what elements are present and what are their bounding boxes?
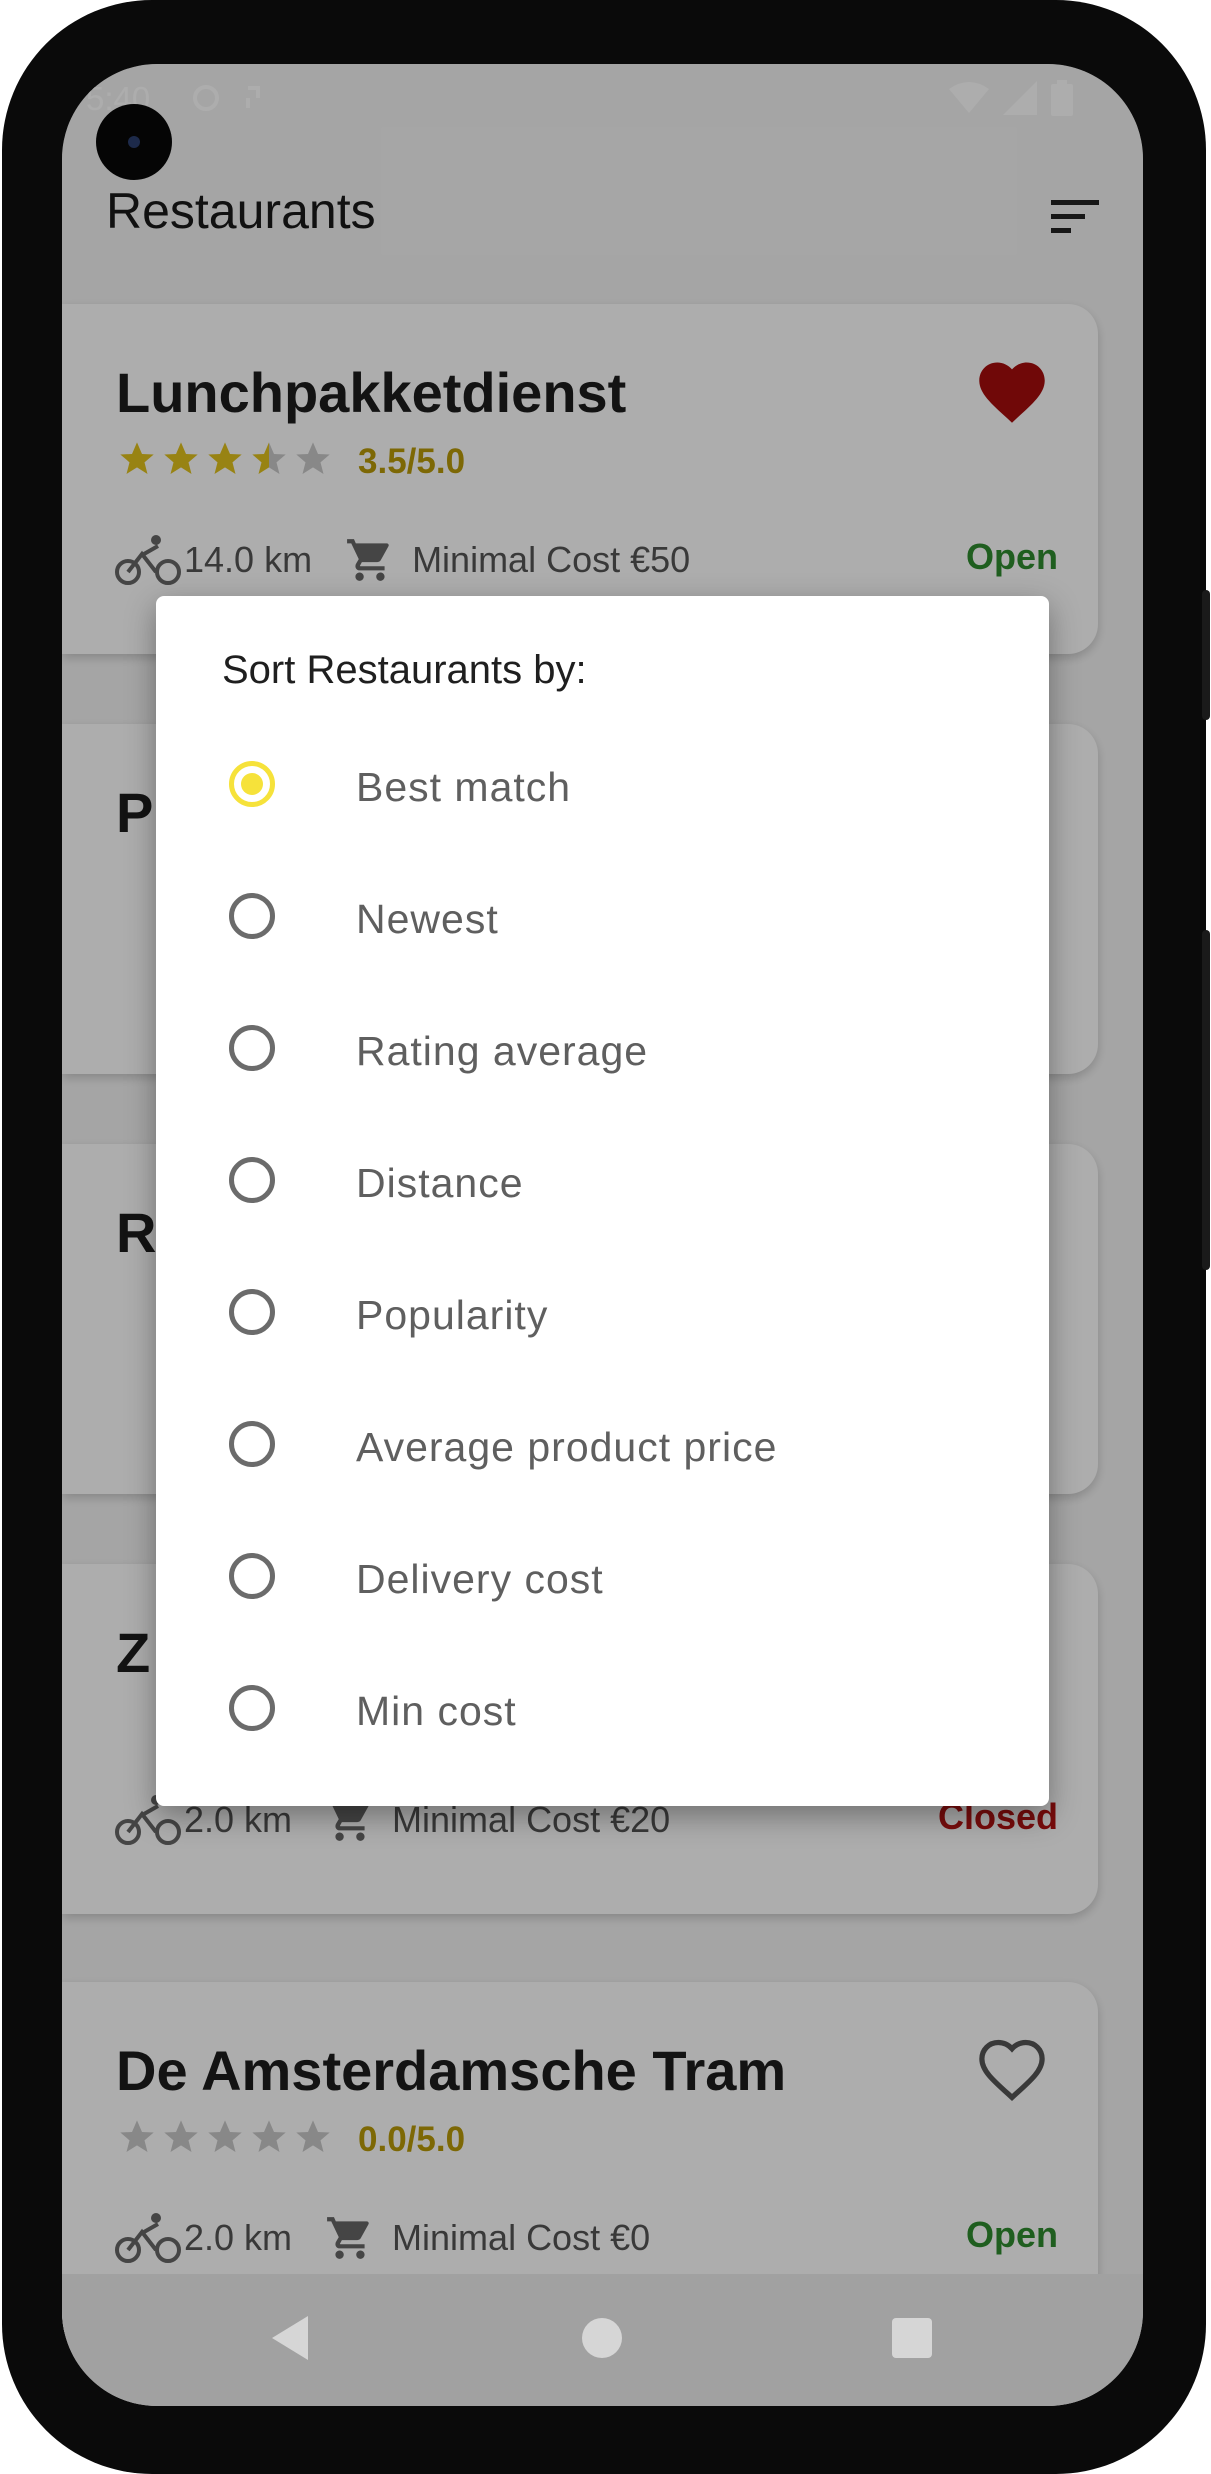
volume-button <box>1202 590 1210 720</box>
power-button <box>1202 930 1210 1270</box>
sort-option-distance[interactable]: Distance <box>156 1120 1049 1252</box>
radio-button[interactable] <box>229 1685 275 1731</box>
radio-button[interactable] <box>229 1553 275 1599</box>
radio-button[interactable] <box>229 1025 275 1071</box>
front-camera <box>96 104 172 180</box>
recents-button[interactable] <box>892 2318 932 2358</box>
option-label: Popularity <box>356 1292 549 1338</box>
radio-button[interactable] <box>229 1289 275 1335</box>
sort-dialog: Sort Restaurants by: Best match Newest R… <box>156 596 1049 1806</box>
sort-option-min-cost[interactable]: Min cost <box>156 1648 1049 1780</box>
option-label: Best match <box>356 764 572 810</box>
home-button[interactable] <box>582 2318 622 2358</box>
screen: 5:40 Restaurants Lunchpakketdienst 3.5/5… <box>62 64 1143 2406</box>
sort-option-best-match[interactable]: Best match <box>156 724 1049 856</box>
navigation-bar <box>62 2274 1143 2406</box>
phone-frame: 5:40 Restaurants Lunchpakketdienst 3.5/5… <box>2 0 1210 2474</box>
sort-option-newest[interactable]: Newest <box>156 856 1049 988</box>
radio-button[interactable] <box>229 761 275 807</box>
sort-option-delivery-cost[interactable]: Delivery cost <box>156 1516 1049 1648</box>
option-label: Min cost <box>356 1688 517 1734</box>
radio-button[interactable] <box>229 893 275 939</box>
option-label: Rating average <box>356 1028 649 1074</box>
radio-button[interactable] <box>229 1157 275 1203</box>
sort-option-average-product-price[interactable]: Average product price <box>156 1384 1049 1516</box>
option-label: Delivery cost <box>356 1556 604 1602</box>
option-label: Average product price <box>356 1424 778 1470</box>
back-icon <box>272 2316 308 2360</box>
option-label: Newest <box>356 896 499 942</box>
sort-option-popularity[interactable]: Popularity <box>156 1252 1049 1384</box>
option-label: Distance <box>356 1160 524 1206</box>
back-button[interactable] <box>268 2314 312 2367</box>
dialog-title: Sort Restaurants by: <box>222 648 587 692</box>
radio-button[interactable] <box>229 1421 275 1467</box>
sort-option-rating-average[interactable]: Rating average <box>156 988 1049 1120</box>
